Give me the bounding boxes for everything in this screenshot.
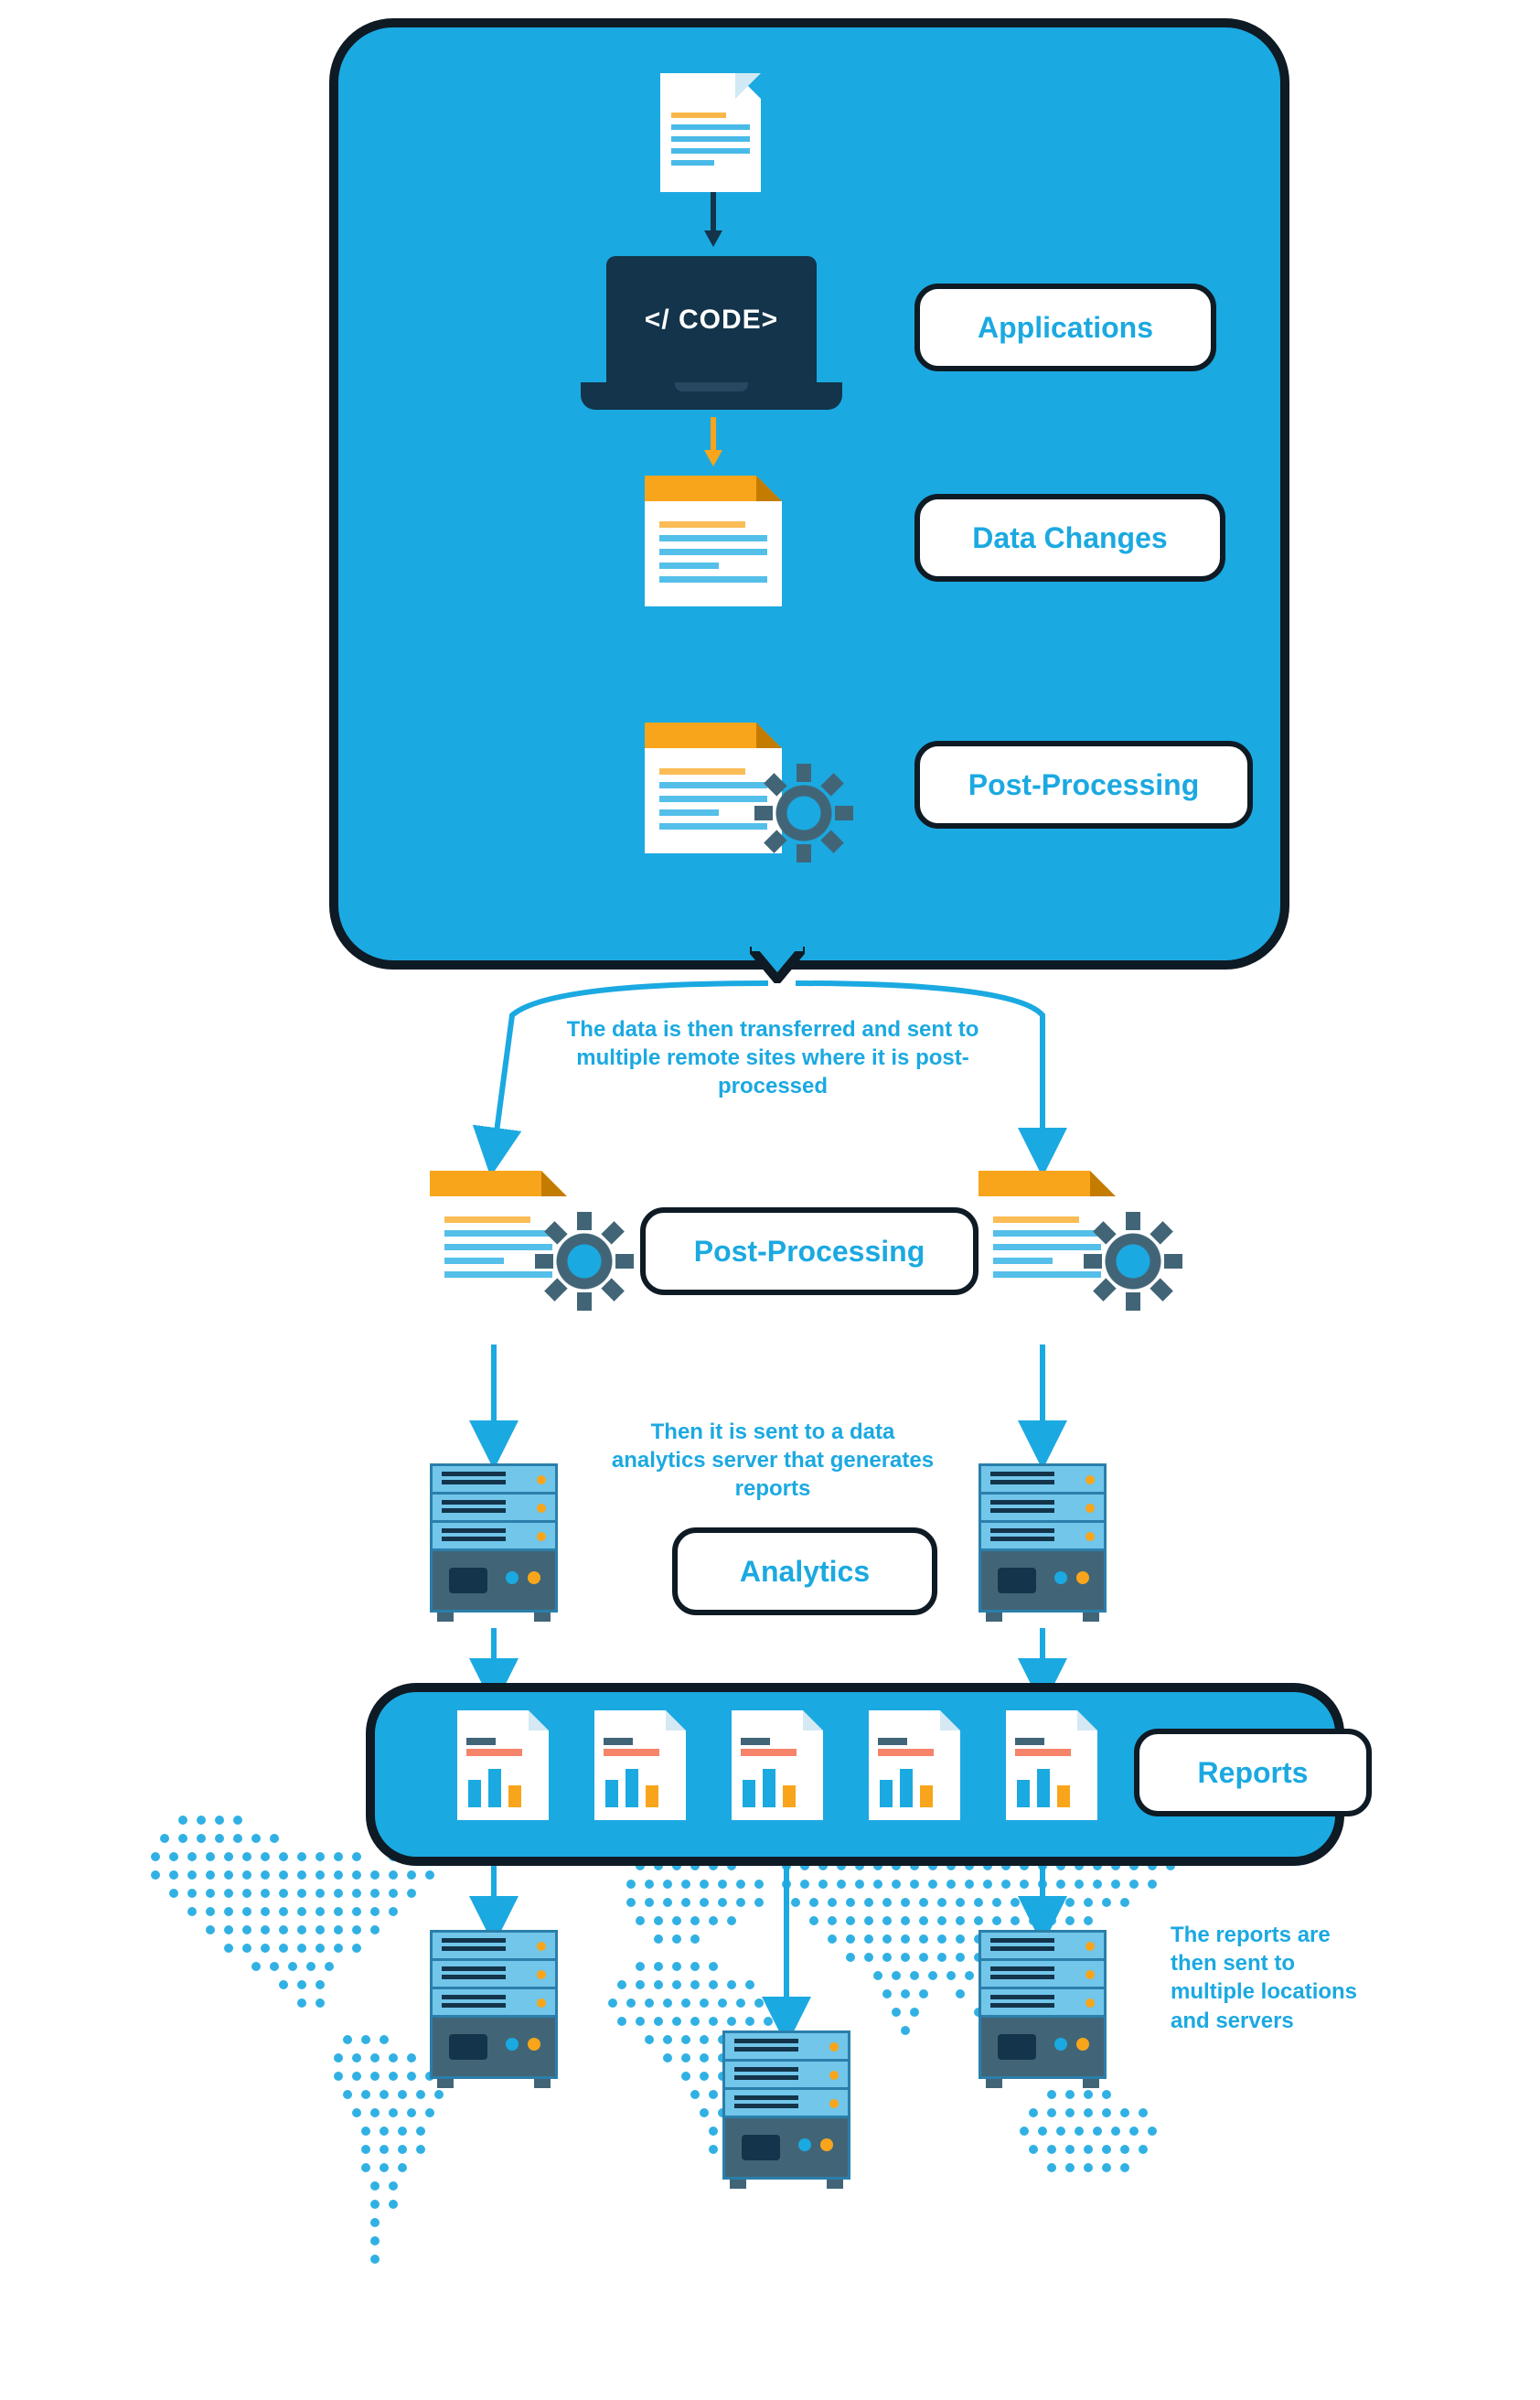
label-reports: Reports bbox=[1134, 1729, 1372, 1816]
report-doc-icon bbox=[594, 1710, 686, 1820]
caption-analytics: Then it is sent to a data analytics serv… bbox=[604, 1418, 942, 1504]
label-post-processing-mid: Post-Processing bbox=[640, 1207, 979, 1295]
report-doc-icon bbox=[1006, 1710, 1097, 1820]
caption-distribute: The reports are then sent to multiple lo… bbox=[1171, 1921, 1372, 2035]
report-doc-icon bbox=[457, 1710, 549, 1820]
distribution-server bbox=[979, 1930, 1107, 2088]
distribution-server bbox=[430, 1930, 558, 2088]
gear-icon bbox=[1097, 1226, 1169, 1297]
analytics-server-right bbox=[979, 1463, 1107, 1622]
gear-icon bbox=[549, 1226, 620, 1297]
caption-transfer: The data is then transferred and sent to… bbox=[558, 1015, 988, 1101]
analytics-server-left bbox=[430, 1463, 558, 1622]
report-doc-icon bbox=[869, 1710, 960, 1820]
label-analytics: Analytics bbox=[672, 1527, 937, 1615]
distribution-server bbox=[722, 2030, 850, 2189]
report-doc-icon bbox=[732, 1710, 823, 1820]
